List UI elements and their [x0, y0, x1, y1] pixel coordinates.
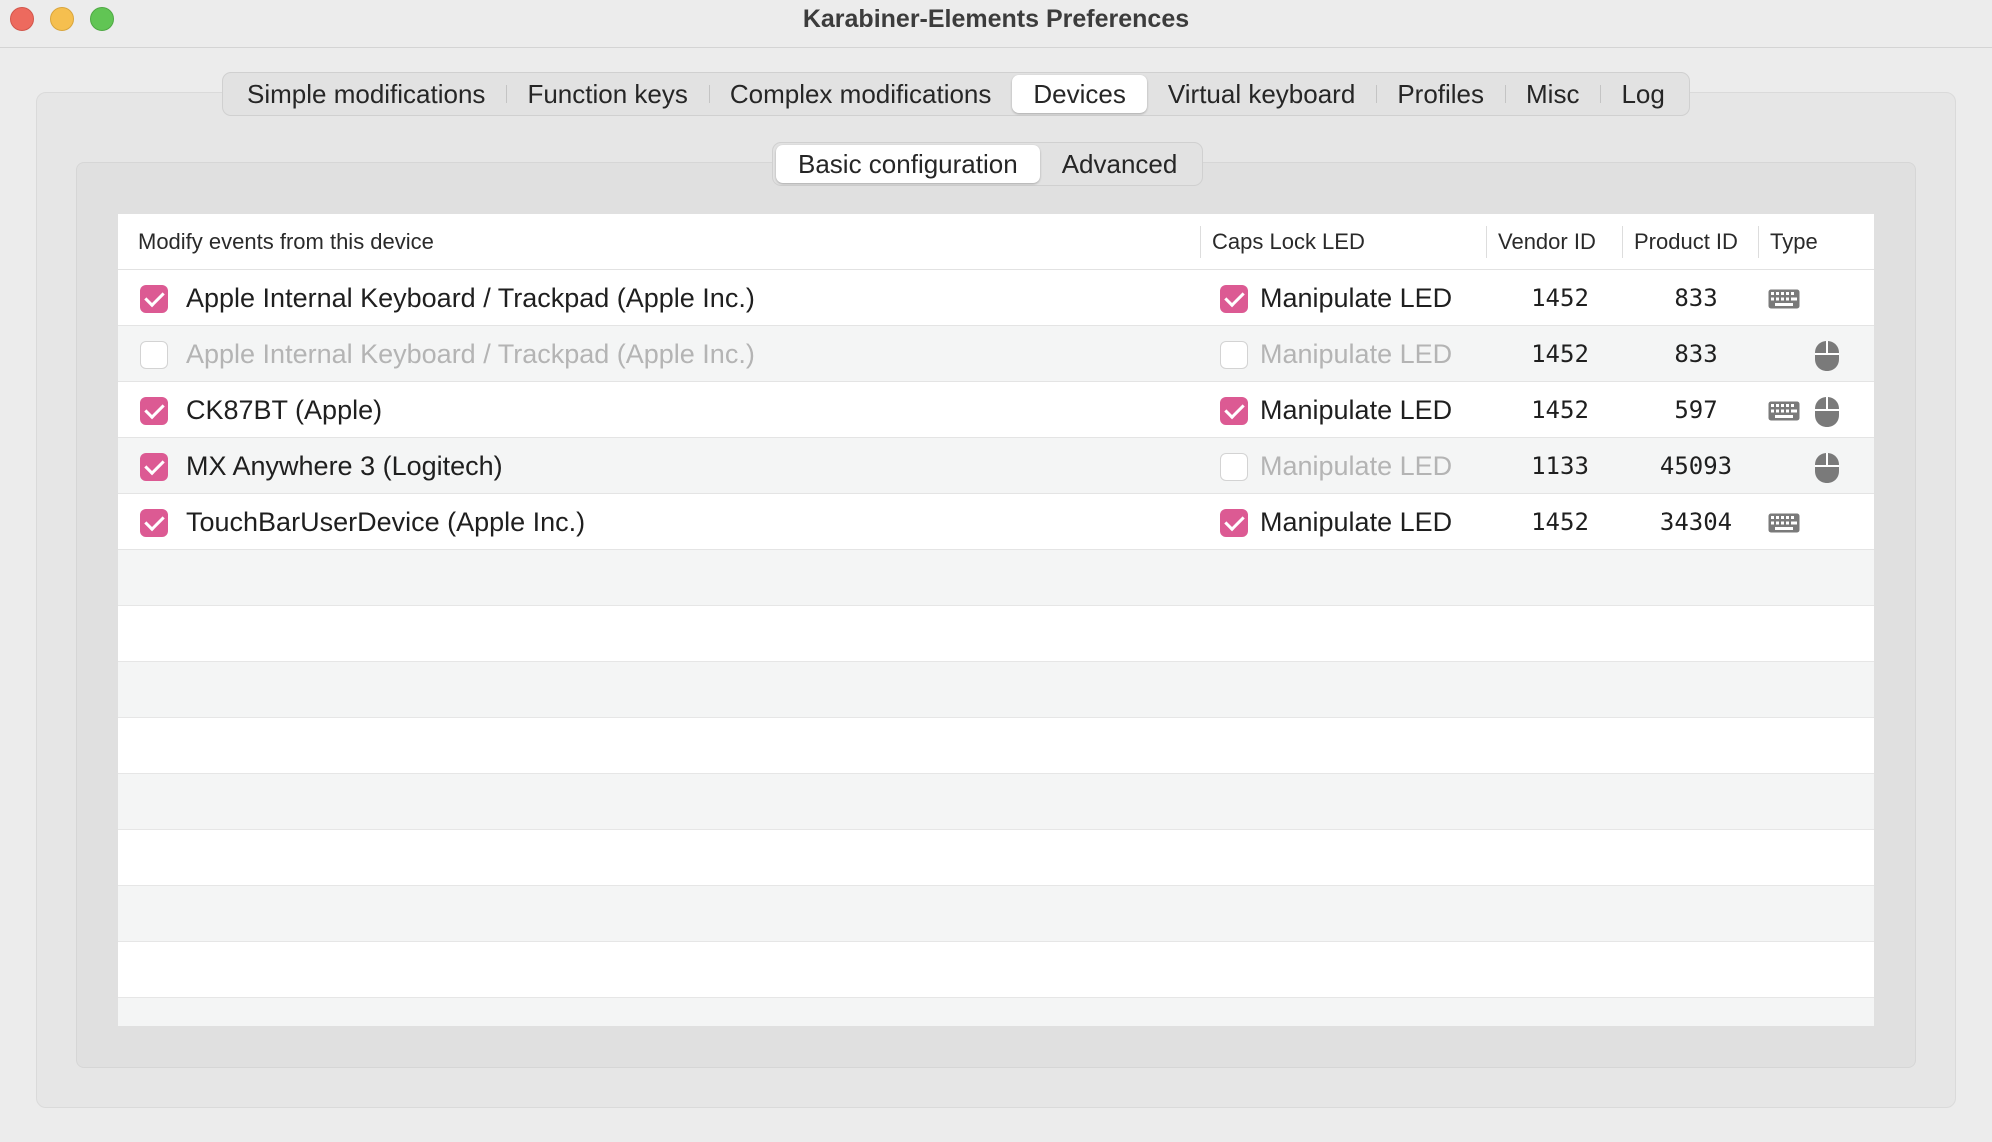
device-name: TouchBarUserDevice (Apple Inc.)	[186, 507, 586, 537]
manipulate-led-checkbox[interactable]	[1220, 397, 1248, 425]
table-row: MX Anywhere 3 (Logitech) Manipulate LED 11…	[118, 438, 1874, 494]
manipulate-led-checkbox	[1220, 453, 1248, 481]
modify-device-checkbox	[140, 341, 168, 369]
column-separator[interactable]	[1486, 226, 1487, 258]
manipulate-led-label[interactable]: Manipulate LED	[1260, 270, 1452, 326]
table-row: TouchBarUserDevice (Apple Inc.) Manipulat…	[118, 494, 1874, 550]
vendor-id: 1452	[1531, 396, 1589, 424]
tab-misc[interactable]: Misc	[1505, 75, 1600, 113]
table-body: Apple Internal Keyboard / Trackpad (Appl…	[118, 270, 1874, 1026]
device-name: MX Anywhere 3 (Logitech)	[186, 451, 503, 481]
column-header-device[interactable]: Modify events from this device	[138, 214, 434, 270]
empty-row	[118, 774, 1874, 830]
empty-row	[118, 606, 1874, 662]
product-id: 45093	[1659, 452, 1733, 480]
modify-device-checkbox[interactable]	[140, 397, 168, 425]
vendor-id: 1452	[1531, 340, 1589, 368]
modify-device-checkbox[interactable]	[140, 453, 168, 481]
tab-complex-modifications[interactable]: Complex modifications	[708, 75, 1013, 113]
column-header-caps-lock[interactable]: Caps Lock LED	[1212, 214, 1365, 270]
column-header-vendor-id[interactable]: Vendor ID	[1498, 214, 1596, 270]
modify-device-checkbox[interactable]	[140, 285, 168, 313]
product-id: 833	[1674, 340, 1718, 368]
manipulate-led-checkbox[interactable]	[1220, 509, 1248, 537]
device-name: CK87BT (Apple)	[186, 395, 383, 425]
window-title: Karabiner-Elements Preferences	[802, 5, 1190, 33]
empty-row	[118, 998, 1874, 1026]
manipulate-led-label[interactable]: Manipulate LED	[1260, 382, 1452, 438]
title-bar: Karabiner-Elements Preferences	[0, 0, 1992, 48]
manipulate-led-label: Manipulate LED	[1260, 451, 1453, 481]
tab-basic-configuration[interactable]: Basic configuration	[776, 145, 1040, 183]
column-separator[interactable]	[1622, 226, 1623, 258]
empty-row	[118, 662, 1874, 718]
empty-row	[118, 942, 1874, 998]
keyboard-icon	[1768, 289, 1800, 309]
tab-devices[interactable]: Devices	[1012, 75, 1147, 113]
tab-profiles[interactable]: Profiles	[1376, 75, 1505, 113]
tab-virtual-keyboard[interactable]: Virtual keyboard	[1147, 75, 1376, 113]
vendor-id: 1452	[1531, 284, 1589, 312]
manipulate-led-checkbox	[1220, 341, 1248, 369]
device-name: Apple Internal Keyboard / Trackpad (Appl…	[186, 339, 755, 369]
empty-row	[118, 886, 1874, 942]
vendor-id: 1133	[1531, 452, 1589, 480]
main-tab-bar: Simple modifications Function keys Compl…	[222, 72, 1690, 116]
manipulate-led-label: Manipulate LED	[1260, 339, 1453, 369]
mouse-icon	[1814, 452, 1840, 484]
product-id: 34304	[1659, 508, 1733, 536]
sub-tab-bar: Basic configuration Advanced	[772, 142, 1204, 186]
keyboard-icon	[1768, 513, 1800, 533]
table-header: Modify events from this device Caps Lock…	[118, 214, 1874, 270]
mouse-icon	[1814, 396, 1840, 428]
empty-row	[118, 550, 1874, 606]
tab-log[interactable]: Log	[1600, 75, 1685, 113]
column-header-type[interactable]: Type	[1770, 214, 1818, 270]
device-name: Apple Internal Keyboard / Trackpad (Appl…	[186, 283, 755, 313]
mouse-icon	[1814, 340, 1840, 372]
devices-table: Modify events from this device Caps Lock…	[118, 214, 1874, 1026]
tab-simple-modifications[interactable]: Simple modifications	[226, 75, 506, 113]
table-row: CK87BT (Apple) Manipulate LED 1452 597	[118, 382, 1874, 438]
manipulate-led-label[interactable]: Manipulate LED	[1260, 494, 1452, 550]
manipulate-led-checkbox[interactable]	[1220, 285, 1248, 313]
keyboard-icon	[1768, 401, 1800, 421]
vendor-id: 1452	[1531, 508, 1589, 536]
column-separator[interactable]	[1200, 226, 1201, 258]
modify-device-checkbox[interactable]	[140, 509, 168, 537]
empty-row	[118, 830, 1874, 886]
column-separator[interactable]	[1758, 226, 1759, 258]
empty-row	[118, 718, 1874, 774]
table-row: Apple Internal Keyboard / Trackpad (Appl…	[118, 270, 1874, 326]
product-id: 833	[1674, 284, 1718, 312]
product-id: 597	[1674, 396, 1718, 424]
tab-function-keys[interactable]: Function keys	[506, 75, 708, 113]
column-header-product-id[interactable]: Product ID	[1634, 214, 1738, 270]
tab-advanced[interactable]: Advanced	[1040, 145, 1200, 183]
table-row: Apple Internal Keyboard / Trackpad (Appl…	[118, 326, 1874, 382]
